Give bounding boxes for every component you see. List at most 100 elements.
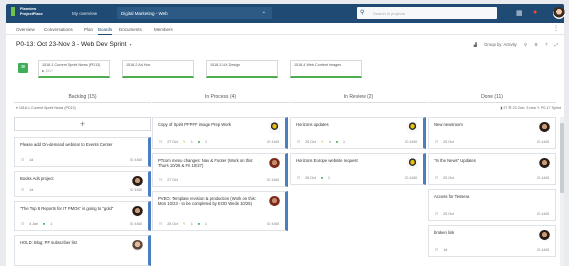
card-meta: ☷ 25 Oct bbox=[434, 212, 458, 217]
card[interactable]: "In the News" Updates ☷ 25 Oct ID 4468 bbox=[428, 153, 556, 185]
project-selector[interactable]: Digital Marketing - Web ⌄ bbox=[117, 7, 272, 19]
assignee-avatar[interactable] bbox=[407, 158, 418, 169]
checklist-icon: ☷ bbox=[435, 176, 439, 180]
card-id: ID 4468 bbox=[405, 176, 417, 180]
card[interactable]: Horizons Europe website request ☷ 26 Oct ■… bbox=[290, 153, 426, 185]
main-panel: Overview Conversations Plan Boards Docum… bbox=[6, 23, 564, 266]
app-logo[interactable]: Planview ProjectPlace bbox=[11, 7, 43, 16]
assignee-avatar[interactable] bbox=[132, 176, 143, 187]
assignee-avatar[interactable] bbox=[539, 158, 550, 169]
attachment-count: 1 bbox=[190, 140, 193, 144]
assignee-avatar[interactable] bbox=[269, 196, 280, 207]
sprint-box[interactable]: 1518-1 Current Sprint News (PD13) ▶ 1517 bbox=[38, 60, 110, 78]
card-date: 27 Oct bbox=[167, 178, 178, 182]
checklist-icon: ☷ bbox=[297, 140, 301, 144]
sprint-box-title: 1518-4 Web Content Images bbox=[294, 63, 342, 67]
column-backlog: + Please add On-demand webinar to Events… bbox=[14, 117, 151, 266]
checklist-icon: ☷ bbox=[159, 178, 163, 182]
notifications-icon[interactable]: ● bbox=[533, 9, 537, 16]
card-title: "In the News" Updates bbox=[434, 158, 476, 163]
tab-overview[interactable]: Overview bbox=[16, 27, 35, 32]
card-date: 25 Oct bbox=[443, 140, 454, 144]
card-meta: ☷ 1d bbox=[434, 248, 451, 253]
card[interactable]: PVEO: Template revision & production (Wo… bbox=[152, 191, 288, 231]
checklist-icon: ☷ bbox=[21, 222, 25, 226]
comment-icon: ■ bbox=[43, 222, 46, 226]
card-id: ID 4468 bbox=[130, 188, 142, 192]
card-date: 4 Jan bbox=[29, 222, 39, 226]
comment-icon: ■ bbox=[197, 140, 201, 144]
apps-grid-icon[interactable]: ▦ bbox=[516, 9, 523, 17]
swimlane-stats: ▮ 27 ☰ 23 Ooh: 3 new ✎ P0-17 Sprint bbox=[500, 106, 561, 110]
card-title: PVEO: Template revision & production (Wo… bbox=[158, 196, 257, 206]
sprint-bar: ≡ 1518-1 Current Sprint News (PD13) ▶ 15… bbox=[16, 56, 551, 82]
checklist-icon: ☷ bbox=[435, 212, 439, 216]
card-title: Books Ads project bbox=[20, 176, 54, 181]
filter-icon[interactable]: ⚲ bbox=[524, 42, 527, 47]
column-header-done: Done (11) bbox=[428, 93, 556, 103]
card-meta: ☷ 27 Oct ✎ 1 ■ 1 bbox=[158, 140, 211, 145]
card-date: 25 Oct bbox=[443, 212, 454, 216]
assignee-avatar[interactable] bbox=[269, 122, 280, 133]
card-date: 1d bbox=[443, 248, 448, 252]
comment-count: 1 bbox=[343, 140, 346, 144]
scrollbar-thumb[interactable] bbox=[560, 123, 564, 193]
tab-conversations[interactable]: Conversations bbox=[44, 27, 73, 32]
card[interactable]: New newsroom ☷ 25 Oct ID 4468 bbox=[428, 117, 556, 149]
card-id: ID 4468 bbox=[537, 212, 549, 216]
swimlane-header[interactable]: ▾ 1518-1 Current Sprint News (PD13) ▮ 27… bbox=[16, 106, 561, 114]
card[interactable]: Horizons updates ☷ 20 Oct ✎ 4 ■ 1 ID 4468 bbox=[290, 117, 426, 149]
assignee-avatar[interactable] bbox=[539, 122, 550, 133]
gear-icon[interactable]: ⚙ bbox=[534, 42, 538, 47]
card-id: ID 4468 bbox=[130, 222, 142, 226]
assignee-avatar[interactable] bbox=[407, 122, 418, 133]
chart-icon[interactable]: ▟ bbox=[474, 42, 477, 47]
card[interactable]: Access for Tessera ☷ 25 Oct ID 4468 bbox=[428, 189, 556, 221]
card-title: Horizons updates bbox=[296, 122, 329, 127]
my-overview-link[interactable]: My overview bbox=[72, 11, 97, 16]
card-title: broken link bbox=[434, 230, 455, 235]
sprint-box[interactable]: 1518-3 UX Design bbox=[206, 60, 278, 78]
card[interactable]: Books Ads project ☷ 1d ID 4468 bbox=[14, 171, 151, 197]
expand-icon[interactable]: ⤢ bbox=[555, 42, 558, 47]
card-id: ID 4468 bbox=[537, 140, 549, 144]
card-date: 20 Oct bbox=[305, 140, 316, 144]
column-in-review: Horizons updates ☷ 20 Oct ✎ 4 ■ 1 ID 4468 Hor… bbox=[290, 117, 427, 266]
add-card-button[interactable]: + bbox=[14, 117, 151, 131]
sprint-box[interactable]: 1518-4 Web Content Images bbox=[290, 60, 362, 78]
tab-boards[interactable]: Boards bbox=[98, 27, 113, 35]
search-box[interactable]: ⚲ Search in projects bbox=[357, 7, 497, 19]
card[interactable]: PTcom menu changes: Nav & Footer (Work o… bbox=[152, 153, 288, 187]
group-by-select[interactable]: Group by: Activity bbox=[484, 42, 517, 47]
sprint-board-icon[interactable]: ≡ bbox=[18, 63, 28, 73]
tab-plan[interactable]: Plan bbox=[84, 27, 93, 32]
sprint-box[interactable]: 1518-2 Ad Hoc bbox=[122, 60, 194, 78]
tab-members[interactable]: Members bbox=[154, 27, 173, 32]
user-avatar[interactable] bbox=[553, 7, 565, 19]
assignee-avatar[interactable] bbox=[539, 230, 550, 241]
card-id: ID 4468 bbox=[537, 176, 549, 180]
card-title: Horizons Europe website request bbox=[296, 158, 358, 163]
card[interactable]: broken link ☷ 1d ID 4468 bbox=[428, 225, 556, 257]
checklist-icon: ☷ bbox=[435, 248, 439, 252]
assignee-avatar[interactable] bbox=[132, 206, 143, 217]
vertical-scrollbar[interactable] bbox=[560, 117, 564, 266]
card-id: ID 4468 bbox=[267, 140, 279, 144]
tab-documents[interactable]: Documents bbox=[119, 27, 142, 32]
card-title: "The Top 8 Reports for IT PMOs" is going… bbox=[20, 206, 114, 211]
assignee-avatar[interactable] bbox=[132, 240, 143, 251]
collapse-icon[interactable]: ▾ bbox=[16, 106, 18, 110]
card[interactable]: Please add On-demand webinar to Events C… bbox=[14, 137, 151, 167]
checklist-icon: ☷ bbox=[159, 222, 163, 226]
attachment-icon: ✎ bbox=[182, 222, 186, 226]
card-meta: ☷ 1d bbox=[20, 158, 37, 163]
board-title[interactable]: P0-13: Oct 23-Nov 3 - Web Dev Sprint ▾ bbox=[16, 41, 131, 48]
card[interactable]: "The Top 8 Reports for IT PMOs" is going… bbox=[14, 201, 151, 231]
help-icon[interactable]: ? bbox=[545, 42, 547, 47]
assignee-avatar[interactable] bbox=[269, 158, 280, 169]
more-options-icon[interactable]: ⋮ bbox=[553, 25, 559, 32]
card-date: 25 Oct bbox=[167, 222, 178, 226]
card[interactable]: HOLD: Blog: PF subscriber list bbox=[14, 235, 151, 266]
comment-count: 1 bbox=[205, 140, 208, 144]
card[interactable]: Copy of Spirit PFPFF image Prep Work ☷ 27… bbox=[152, 117, 288, 149]
